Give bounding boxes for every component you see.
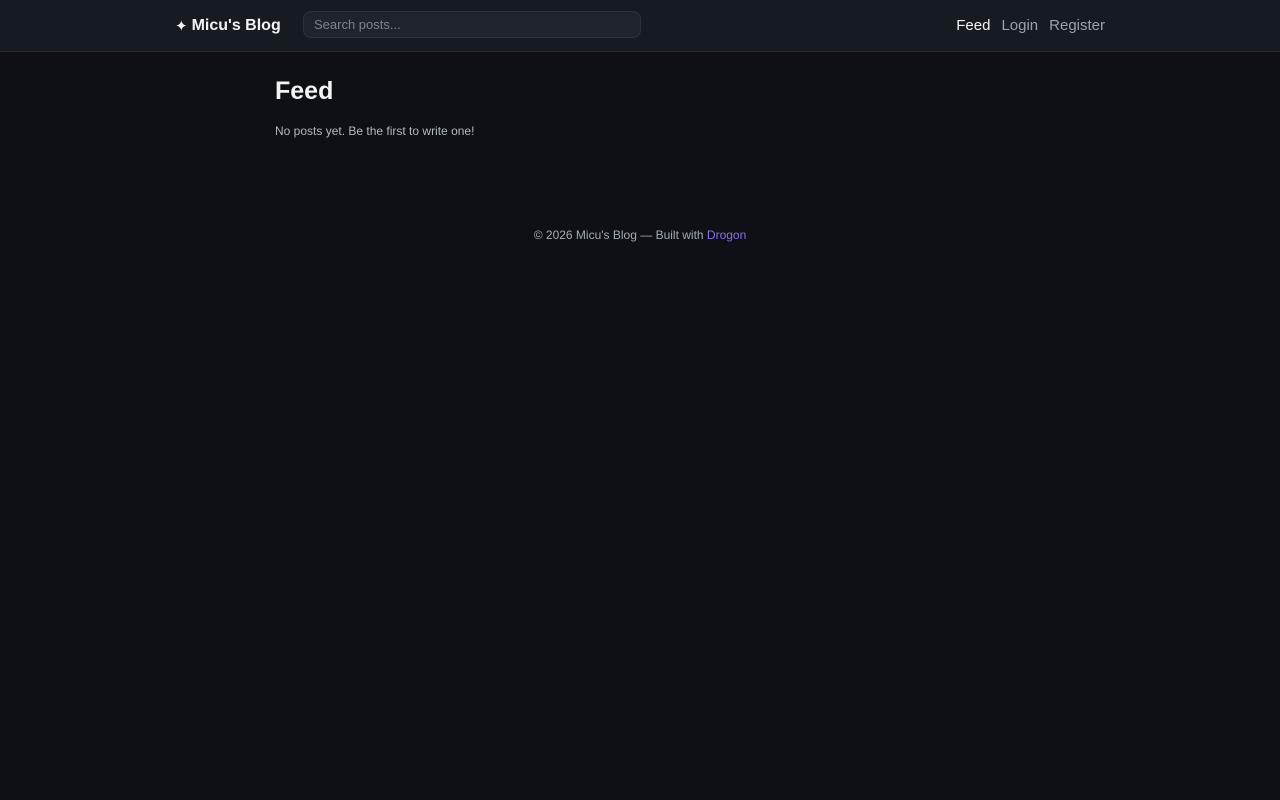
page-title: Feed [275,77,334,105]
search-input[interactable] [303,11,641,38]
brand-logo-link[interactable]: ✦ Micu's Blog [175,15,281,37]
top-navbar: ✦ Micu's Blog Feed Login Register [0,0,1280,52]
brand-name: Micu's Blog [191,17,281,34]
nav-register-link[interactable]: Register [1049,16,1105,36]
empty-feed-message: No posts yet. Be the first to write one! [275,124,475,138]
footer-text: © 2026 Micu's Blog — Built with [533,228,707,242]
page-footer: © 2026 Micu's Blog — Built with Drogon [0,227,1280,243]
nav-login-link[interactable]: Login [1001,16,1038,36]
footer-drogon-link[interactable]: Drogon [707,228,746,242]
sparkle-icon: ✦ [175,18,188,35]
nav-feed-link[interactable]: Feed [956,16,990,36]
main-nav: Feed Login Register [956,16,1105,36]
main-content: Feed No posts yet. Be the first to write… [275,76,1005,139]
